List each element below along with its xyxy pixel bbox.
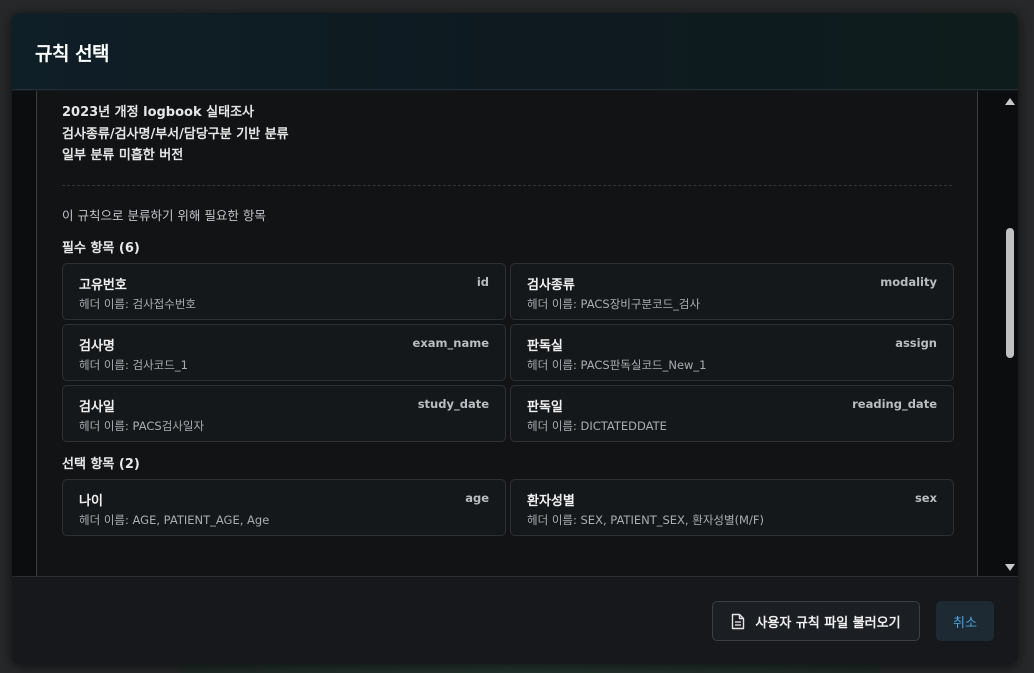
required-fields-caption: 이 규칙으로 분류하기 위해 필요한 항목 (62, 208, 266, 223)
field-header-names: 헤더 이름: PACS판독실코드_New_1 (527, 358, 707, 372)
load-button-label: 사용자 규칙 파일 불러오기 (755, 615, 901, 631)
field-card-id: 고유번호 id 헤더 이름: 검사접수번호 (62, 263, 506, 320)
modal-title: 규칙 선택 (35, 43, 110, 65)
field-header-names: 헤더 이름: AGE, PATIENT_AGE, Age (79, 513, 270, 527)
scrollbar-thumb[interactable] (1006, 228, 1014, 358)
required-group-title: 필수 항목 (6) (62, 241, 140, 256)
modal-footer: 사용자 규칙 파일 불러오기 취소 (12, 576, 1018, 664)
field-card-age: 나이 age 헤더 이름: AGE, PATIENT_AGE, Age (62, 479, 506, 536)
field-key: sex (914, 491, 937, 505)
field-key: assign (895, 336, 937, 350)
scroll-down-arrow-icon[interactable] (1005, 564, 1015, 571)
field-header-names: 헤더 이름: SEX, PATIENT_SEX, 환자성별(M/F) (527, 513, 764, 527)
field-header-names: 헤더 이름: PACS장비구분코드_검사 (527, 297, 701, 311)
field-label: 판독실 (527, 339, 563, 354)
field-card-sex: 환자성별 sex 헤더 이름: SEX, PATIENT_SEX, 환자성별(M… (510, 479, 954, 536)
field-key: reading_date (852, 397, 937, 411)
field-label: 검사명 (79, 339, 115, 354)
field-key: modality (880, 275, 937, 289)
file-text-icon (731, 613, 745, 630)
field-card-modality: 검사종류 modality 헤더 이름: PACS장비구분코드_검사 (510, 263, 954, 320)
rule-description-line: 2023년 개정 logbook 실태조사 (62, 105, 254, 120)
field-header-names: 헤더 이름: DICTATEDDATE (527, 419, 667, 433)
rule-description-line: 일부 분류 미흡한 버전 (62, 148, 184, 163)
field-key: exam_name (412, 336, 489, 350)
field-card-exam-name: 검사명 exam_name 헤더 이름: 검사코드_1 (62, 324, 506, 381)
modal-header: 규칙 선택 (12, 13, 1018, 90)
modal-body[interactable]: 2023년 개정 logbook 실태조사 검사종류/검사명/부서/담당구분 기… (12, 91, 1018, 576)
field-header-names: 헤더 이름: 검사코드_1 (79, 358, 188, 372)
field-card-study-date: 검사일 study_date 헤더 이름: PACS검사일자 (62, 385, 506, 442)
field-label: 검사일 (79, 400, 115, 415)
optional-group-title: 선택 항목 (2) (62, 457, 140, 472)
field-key: id (476, 275, 489, 289)
divider (62, 185, 952, 186)
scroll-up-arrow-icon[interactable] (1005, 98, 1015, 105)
vertical-scrollbar[interactable] (1002, 91, 1018, 576)
rule-description-line: 검사종류/검사명/부서/담당구분 기반 분류 (62, 127, 289, 142)
field-card-reading-date: 판독일 reading_date 헤더 이름: DICTATEDDATE (510, 385, 954, 442)
field-key: age (465, 491, 489, 505)
rule-select-modal: 규칙 선택 2023년 개정 logbook 실태조사 검사종류/검사명/부서/… (12, 13, 1018, 664)
rule-card[interactable]: 2023년 개정 logbook 실태조사 검사종류/검사명/부서/담당구분 기… (36, 91, 978, 576)
field-key: study_date (417, 397, 489, 411)
load-user-rule-file-button[interactable]: 사용자 규칙 파일 불러오기 (712, 601, 920, 641)
field-header-names: 헤더 이름: PACS검사일자 (79, 419, 205, 433)
field-label: 판독일 (527, 400, 563, 415)
cancel-button[interactable]: 취소 (936, 601, 994, 641)
field-label: 환자성별 (527, 494, 575, 509)
field-label: 나이 (79, 494, 103, 509)
field-header-names: 헤더 이름: 검사접수번호 (79, 297, 196, 311)
field-label: 검사종류 (527, 278, 575, 293)
field-label: 고유번호 (79, 278, 127, 293)
field-card-assign: 판독실 assign 헤더 이름: PACS판독실코드_New_1 (510, 324, 954, 381)
